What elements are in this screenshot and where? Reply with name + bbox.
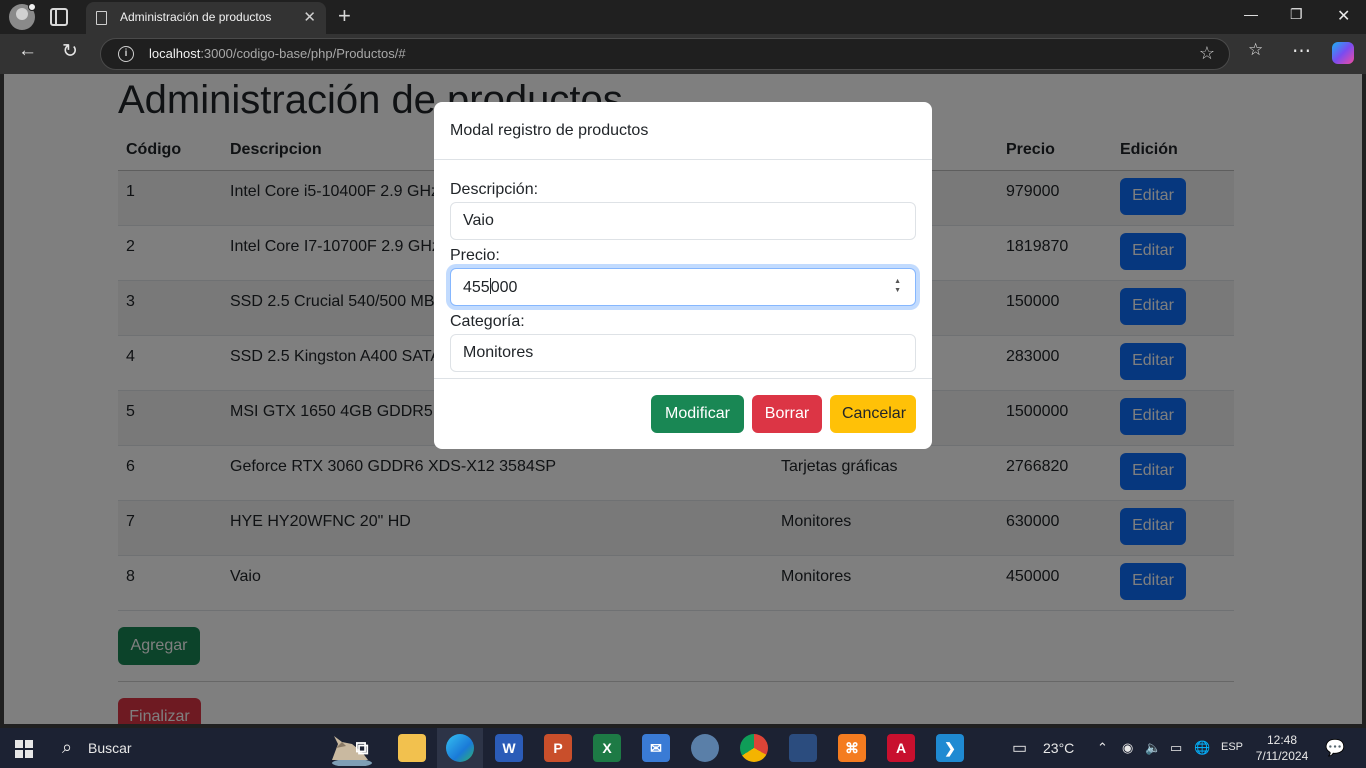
tab-title: Administración de productos xyxy=(120,10,272,24)
profile-avatar[interactable] xyxy=(9,3,36,30)
taskbar-search[interactable]: ⌕ Buscar xyxy=(50,728,372,768)
description-label: Descripción: xyxy=(450,181,539,198)
price-label: Precio: xyxy=(450,247,500,264)
description-value: Vaio xyxy=(463,212,494,229)
mail-icon[interactable]: ✉ xyxy=(642,734,670,762)
page-viewport: Administración de productos Código Descr… xyxy=(4,74,1362,724)
minimize-icon[interactable]: — xyxy=(1244,6,1258,22)
more-menu-icon[interactable]: ⋯ xyxy=(1292,40,1311,63)
vscode-icon[interactable]: ❯ xyxy=(936,734,964,762)
start-icon[interactable] xyxy=(15,740,33,758)
favorites-icon[interactable]: ☆ xyxy=(1248,40,1263,60)
edge-icon[interactable] xyxy=(446,734,474,762)
description-input[interactable]: Vaio xyxy=(450,202,916,240)
cancel-button[interactable]: Cancelar xyxy=(830,395,916,433)
weather-icon[interactable]: ▭ xyxy=(1012,738,1027,758)
address-bar[interactable]: i localhost:3000/codigo-base/php/Product… xyxy=(100,38,1230,70)
info-icon[interactable]: i xyxy=(118,46,134,62)
tab-actions-icon[interactable] xyxy=(50,8,68,26)
price-value: 455000 xyxy=(463,278,518,296)
search-icon: ⌕ xyxy=(62,737,73,757)
copilot-icon[interactable] xyxy=(1332,42,1354,64)
close-tab-icon[interactable]: ✕ xyxy=(303,8,316,26)
new-tab-icon[interactable]: + xyxy=(338,4,351,28)
category-value: Monitores xyxy=(463,344,534,361)
spinner-up-icon[interactable]: ▲ xyxy=(894,278,901,285)
workbench-icon[interactable] xyxy=(789,734,817,762)
url-text: localhost:3000/codigo-base/php/Productos… xyxy=(149,46,406,61)
paint-icon[interactable] xyxy=(691,734,719,762)
xampp-icon[interactable]: ⌘ xyxy=(838,734,866,762)
search-label: Buscar xyxy=(88,740,132,756)
category-label: Categoría: xyxy=(450,313,525,330)
task-view-icon[interactable]: ⧉ xyxy=(348,734,376,762)
date-text: 7/11/2024 xyxy=(1255,749,1309,763)
product-modal: Modal registro de productos Descripción:… xyxy=(434,102,932,449)
category-input[interactable]: Monitores xyxy=(450,334,916,372)
close-window-icon[interactable]: ✕ xyxy=(1337,6,1350,26)
battery-icon[interactable]: ▭ xyxy=(1170,740,1182,756)
chrome-icon[interactable] xyxy=(740,734,768,762)
windows-taskbar: ⌕ Buscar ⧉ W P X ✉ ⌘ A ❯ ▭ 23°C ⌃ ◉ 🔈 ▭ … xyxy=(0,728,1366,768)
back-icon[interactable]: ← xyxy=(18,40,37,62)
chevron-up-icon[interactable]: ⌃ xyxy=(1097,740,1108,756)
language-indicator[interactable]: ESP xyxy=(1221,741,1243,753)
network-icon[interactable]: 🌐 xyxy=(1194,740,1210,756)
spinner-down-icon[interactable]: ▼ xyxy=(894,287,901,294)
weather-text[interactable]: 23°C xyxy=(1043,740,1074,756)
word-icon[interactable]: W xyxy=(495,734,523,762)
delete-button[interactable]: Borrar xyxy=(752,395,822,433)
notification-icon[interactable]: 💬 xyxy=(1325,738,1345,758)
browser-toolbar: ← ↻ i localhost:3000/codigo-base/php/Pro… xyxy=(0,34,1366,74)
time-text: 12:48 xyxy=(1266,733,1298,747)
file-explorer-icon[interactable] xyxy=(398,734,426,762)
price-input[interactable]: 455000 ▲ ▼ xyxy=(450,268,916,306)
browser-tab-strip: Administración de productos ✕ + — ❐ ✕ xyxy=(0,0,1366,34)
excel-icon[interactable]: X xyxy=(593,734,621,762)
modify-button[interactable]: Modificar xyxy=(651,395,744,433)
refresh-icon[interactable]: ↻ xyxy=(62,40,78,63)
acrobat-icon[interactable]: A xyxy=(887,734,915,762)
clock[interactable]: 12:48 7/11/2024 xyxy=(1252,732,1312,764)
modal-body: Descripción: Vaio Precio: 455000 ▲ ▼ Cate… xyxy=(434,160,932,379)
modal-title: Modal registro de productos xyxy=(434,102,932,160)
volume-icon[interactable]: 🔈 xyxy=(1145,740,1161,756)
number-spinner[interactable]: ▲ ▼ xyxy=(894,277,901,295)
favorite-star-icon[interactable]: ☆ xyxy=(1199,43,1215,64)
browser-tab[interactable]: Administración de productos ✕ xyxy=(86,2,326,34)
powerpoint-icon[interactable]: P xyxy=(544,734,572,762)
restore-icon[interactable]: ❐ xyxy=(1290,6,1303,23)
modal-footer: Modificar Borrar Cancelar xyxy=(643,395,916,433)
page-icon xyxy=(96,11,107,25)
meet-now-icon[interactable]: ◉ xyxy=(1122,740,1133,756)
